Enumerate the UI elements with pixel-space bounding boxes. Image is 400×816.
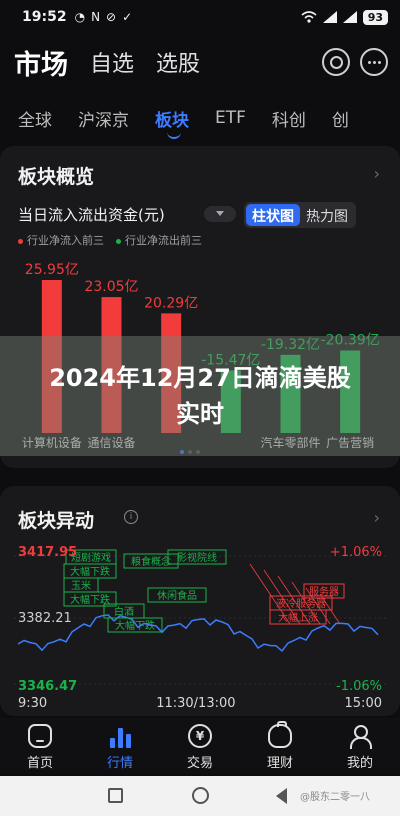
system-nav-bar: @股东二零一八: [0, 776, 400, 816]
movement-title: 板块异动: [18, 510, 95, 532]
annotation-text-1: 大幅下跌: [70, 565, 110, 578]
check-icon: ✓: [122, 10, 133, 24]
legend-inflow: 行业净流入前三: [18, 232, 104, 248]
tab-watchlist[interactable]: 自选: [90, 46, 134, 78]
y-label-mid: 3382.21: [18, 611, 72, 626]
chart-legend: 行业净流入前三 行业净流出前三: [18, 232, 202, 248]
toggle-bar-chart[interactable]: 柱状图: [246, 204, 300, 226]
chevron-right-icon[interactable]: ›: [374, 164, 380, 183]
app-header: 市场 自选 选股: [0, 38, 400, 86]
nav-home-label: 首页: [26, 756, 53, 771]
recent-apps-icon[interactable]: [108, 788, 123, 803]
back-icon[interactable]: [276, 788, 287, 804]
legend-outflow: 行业净流出前三: [116, 232, 202, 248]
market-tabs: 全球 沪深京 板块 ETF 科创 创: [0, 96, 400, 140]
search-icon[interactable]: [322, 48, 350, 76]
time-axis: 9:30 11:30/13:00 15:00: [18, 696, 382, 711]
annotation-text-8: 大幅下跌: [115, 619, 155, 632]
status-time: 19:52: [22, 9, 67, 25]
pct-label-high: +1.06%: [330, 545, 382, 560]
yen-icon: ¥: [188, 724, 212, 748]
bar-label-2: 20.29亿: [144, 295, 198, 311]
pct-label-low: -1.06%: [336, 679, 382, 694]
view-toggle: 柱状图 热力图: [244, 202, 356, 228]
annotation-text-11: 服务器: [309, 585, 339, 598]
status-icons: ◔ N ⊘ ✓: [75, 10, 133, 24]
more-icon[interactable]: [360, 48, 388, 76]
info-icon[interactable]: i: [124, 510, 138, 524]
intraday-chart[interactable]: 短剧游戏大幅下跌粮食概念 影视院线玉米大幅下跌 休闲食品白酒大幅下跌液冷服务器大幅上…: [0, 544, 400, 694]
legend-inflow-label: 行业净流入前三: [27, 234, 104, 247]
tab-stock-picker[interactable]: 选股: [156, 46, 200, 78]
bar-label-1: 23.05亿: [84, 279, 138, 295]
nav-profile-label: 我的: [346, 756, 373, 771]
sector-movement-card: 板块异动 i › 短剧游戏 大幅下跌 粮食概念 影视院线 玉米 大幅下跌 休闲食品 白酒 大幅下…: [0, 486, 400, 716]
chevron-right-icon[interactable]: ›: [374, 508, 380, 527]
overlay-banner: 2024年12月27日滴滴美股实时: [0, 336, 400, 456]
status-right: 93: [301, 9, 388, 25]
index-line: [17, 614, 379, 652]
annotation-text-7: 白酒: [114, 605, 134, 618]
annotation-text-3: 影视院线: [177, 551, 217, 564]
nav-market-label: 行情: [106, 756, 133, 771]
legend-outflow-dot: [116, 238, 121, 244]
annotation-text-10: 大幅上涨: [278, 611, 318, 624]
home-icon: [28, 724, 52, 748]
toggle-heatmap[interactable]: 热力图: [300, 204, 354, 226]
y-label-low: 3346.47: [18, 679, 77, 694]
notification-icon: ◔: [74, 10, 86, 24]
user-icon: [348, 724, 372, 749]
annotation-text-6: 休闲食品: [157, 589, 197, 602]
home-button-icon[interactable]: [192, 787, 209, 804]
overview-title: 板块概览: [18, 166, 95, 188]
y-label-high: 3417.95: [18, 545, 77, 560]
nav-home[interactable]: 首页: [0, 718, 80, 774]
nav-profile[interactable]: 我的: [320, 718, 400, 774]
tab-cn-market[interactable]: 沪深京: [78, 106, 129, 131]
page-title: 市场: [14, 49, 68, 81]
chevron-down-icon[interactable]: [204, 206, 236, 222]
bottom-nav: 首页 行情 ¥ 交易 理财 我的: [0, 718, 400, 774]
legend-outflow-label: 行业净流出前三: [125, 234, 202, 247]
nav-wealth-label: 理财: [266, 756, 293, 771]
nav-trade-label: 交易: [186, 756, 213, 771]
signal-icon-2: [342, 11, 357, 23]
wifi-icon: [301, 11, 317, 23]
tab-sectors[interactable]: 板块: [155, 106, 189, 139]
nav-wealth[interactable]: 理财: [240, 718, 320, 774]
fund-flow-subtitle: 当日流入流出资金(元): [18, 206, 165, 224]
tab-global[interactable]: 全球: [18, 106, 52, 131]
legend-inflow-dot: [18, 238, 23, 244]
time-midday: 11:30/13:00: [156, 696, 236, 711]
tab-etf[interactable]: ETF: [215, 108, 246, 128]
banner-text: 2024年12月27日滴滴美股实时: [49, 364, 351, 428]
watermark-text: @股东二零一八: [300, 792, 370, 803]
mute-icon: ⊘: [106, 10, 117, 24]
nav-market[interactable]: 行情: [80, 718, 160, 774]
annotation-text-2: 粮食概念: [131, 555, 171, 568]
time-close: 15:00: [344, 696, 382, 711]
bar-label-0: 25.95亿: [25, 262, 79, 278]
status-bar: 19:52 ◔ N ⊘ ✓ 93: [0, 0, 400, 34]
nfc-icon: N: [91, 10, 101, 24]
battery-level: 93: [362, 9, 388, 25]
nav-trade[interactable]: ¥ 交易: [160, 718, 240, 774]
annotation-text-4: 玉米: [71, 579, 91, 592]
tab-star[interactable]: 科创: [272, 106, 306, 131]
tab-chinext[interactable]: 创: [332, 106, 349, 131]
time-open: 9:30: [18, 696, 48, 711]
bar-chart-icon: [108, 724, 132, 748]
piggy-bank-icon: [268, 721, 292, 748]
signal-icon-1: [322, 11, 337, 23]
